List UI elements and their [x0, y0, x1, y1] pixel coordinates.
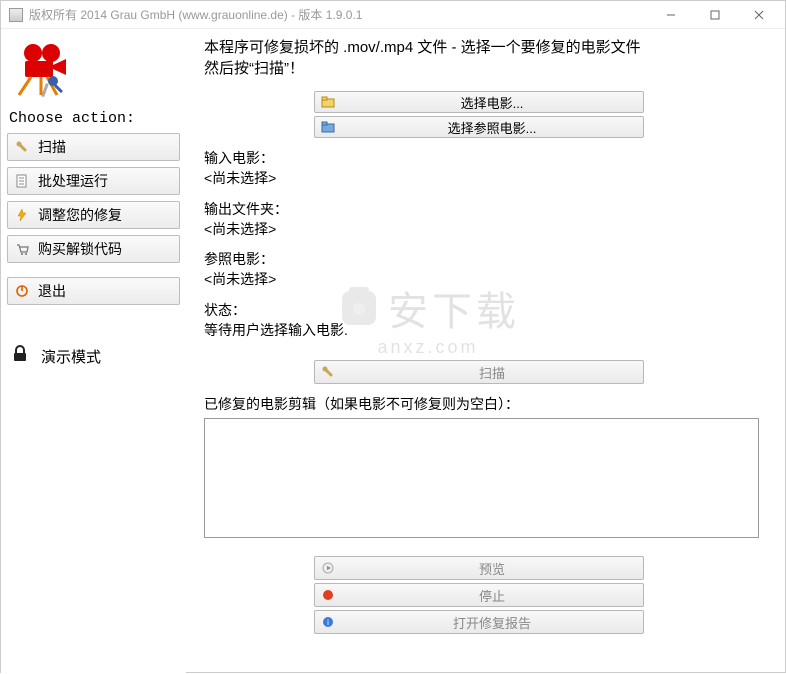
exit-button[interactable]: 退出: [7, 277, 180, 305]
app-icon: [9, 8, 23, 22]
lock-icon: [11, 345, 33, 367]
maximize-button[interactable]: [693, 1, 737, 29]
choose-action-label: Choose action:: [9, 110, 180, 127]
document-icon: [14, 174, 30, 188]
main-scan-label: 扫描: [341, 363, 643, 382]
demo-mode-row: 演示模式: [7, 345, 180, 367]
batch-button[interactable]: 批处理运行: [7, 167, 180, 195]
input-movie-value: <尚未选择>: [204, 168, 767, 188]
choose-movie-label: 选择电影...: [341, 93, 643, 112]
stop-icon: [315, 589, 341, 601]
output-folder-label: 输出文件夹：: [204, 199, 767, 219]
app-logo: [11, 37, 180, 100]
scan-button[interactable]: 扫描: [7, 133, 180, 161]
stop-label: 停止: [341, 586, 643, 605]
intro-text: 本程序可修复损坏的 .mov/.mp4 文件 - 选择一个要修复的电影文件 然后…: [204, 37, 767, 79]
stop-button[interactable]: 停止: [314, 583, 644, 607]
fixed-clips-list[interactable]: [204, 418, 759, 538]
choose-ref-label: 选择参照电影...: [341, 118, 643, 137]
input-movie-label: 输入电影：: [204, 148, 767, 168]
tune-button[interactable]: 调整您的修复: [7, 201, 180, 229]
close-button[interactable]: [737, 1, 781, 29]
wrench-icon: [14, 140, 30, 154]
folder-movie-icon: [315, 96, 341, 108]
folder-ref-icon: [315, 121, 341, 133]
state-value: 等待用户选择输入电影.: [204, 320, 767, 340]
side-button-label: 购买解锁代码: [38, 239, 122, 259]
side-button-label: 扫描: [38, 137, 66, 157]
fixed-clips-label: 已修复的电影剪辑（如果电影不可修复则为空白）：: [204, 394, 767, 414]
ref-movie-label: 参照电影：: [204, 249, 767, 269]
wrench-icon: [315, 365, 341, 379]
output-folder-value: <尚未选择>: [204, 219, 767, 239]
cart-icon: [14, 242, 30, 256]
preview-label: 预览: [341, 559, 643, 578]
preview-button[interactable]: 预览: [314, 556, 644, 580]
demo-mode-label: 演示模式: [41, 346, 101, 367]
state-label: 状态：: [204, 300, 767, 320]
open-report-button[interactable]: i 打开修复报告: [314, 610, 644, 634]
choose-ref-button[interactable]: 选择参照电影...: [314, 116, 644, 138]
info-icon: i: [315, 616, 341, 628]
minimize-button[interactable]: [649, 1, 693, 29]
play-icon: [315, 562, 341, 574]
window-title: 版权所有 2014 Grau GmbH (www.grauonline.de) …: [29, 6, 649, 23]
buy-button[interactable]: 购买解锁代码: [7, 235, 180, 263]
svg-text:i: i: [327, 618, 329, 627]
side-button-label: 退出: [38, 281, 66, 301]
side-button-label: 调整您的修复: [38, 205, 122, 225]
power-icon: [14, 284, 30, 298]
side-button-label: 批处理运行: [38, 171, 108, 191]
choose-movie-button[interactable]: 选择电影...: [314, 91, 644, 113]
ref-movie-value: <尚未选择>: [204, 269, 767, 289]
bolt-icon: [14, 208, 30, 222]
main-panel: 本程序可修复损坏的 .mov/.mp4 文件 - 选择一个要修复的电影文件 然后…: [186, 29, 785, 674]
title-bar: 版权所有 2014 Grau GmbH (www.grauonline.de) …: [1, 1, 785, 29]
open-report-label: 打开修复报告: [341, 613, 643, 632]
sidebar: Choose action: 扫描 批处理运行 调整您的修复 购买解锁代码 退出…: [1, 29, 186, 674]
main-scan-button[interactable]: 扫描: [314, 360, 644, 384]
